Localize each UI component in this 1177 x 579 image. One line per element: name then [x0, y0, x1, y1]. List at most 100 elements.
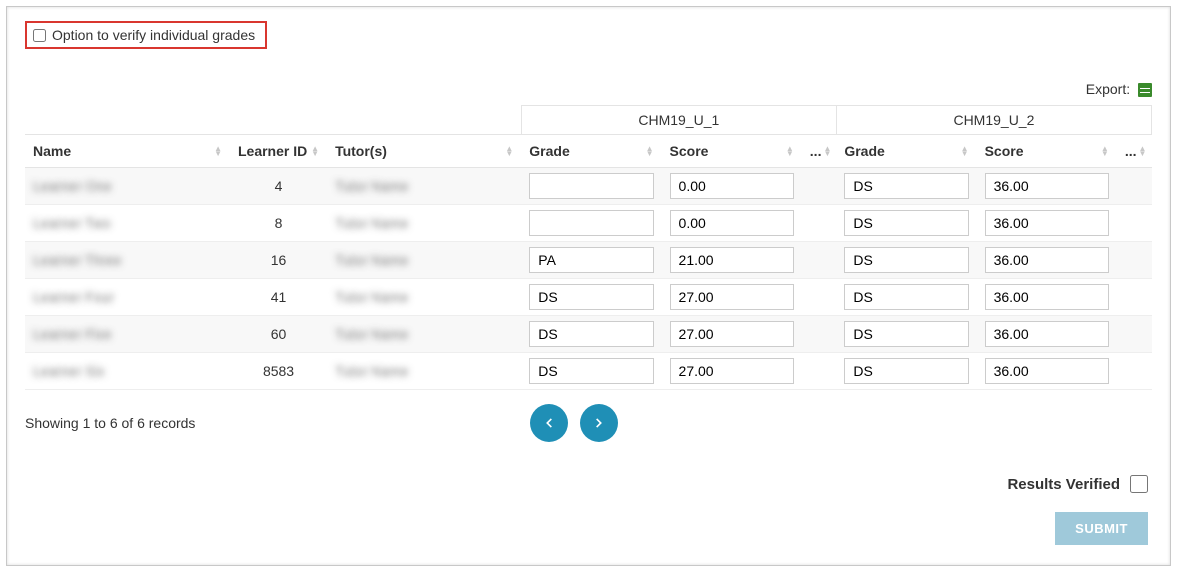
verify-individual-grades-checkbox[interactable] [33, 29, 46, 42]
col-header-score-2[interactable]: Score ▲▼ [977, 135, 1117, 168]
cell-u2-grade [836, 316, 976, 353]
cell-u1-grade [521, 279, 661, 316]
col-header-name[interactable]: Name ▲▼ [25, 135, 230, 168]
records-info: Showing 1 to 6 of 6 records [25, 415, 530, 431]
pager-next-button[interactable] [580, 404, 618, 442]
col-header-learner-id[interactable]: Learner ID ▲▼ [230, 135, 327, 168]
u2-score-input[interactable] [985, 210, 1109, 236]
column-header-row: Name ▲▼ Learner ID ▲▼ Tutor(s) ▲▼ Grade … [25, 135, 1152, 168]
sort-icon: ▲▼ [311, 146, 319, 156]
tutor-name: Tutor Name [335, 289, 408, 305]
u2-grade-input[interactable] [844, 284, 968, 310]
table-row: Learner Three16Tutor Name [25, 242, 1152, 279]
u1-grade-input[interactable] [529, 247, 653, 273]
u2-grade-input[interactable] [844, 321, 968, 347]
u2-grade-input[interactable] [844, 173, 968, 199]
chevron-right-icon [592, 416, 606, 430]
table-row: Learner One 4 Tutor Name [25, 168, 1152, 205]
col-header-ellipsis-2[interactable]: ... ▲▼ [1117, 135, 1152, 168]
cell-u1-grade [521, 242, 661, 279]
column-group-empty [25, 106, 521, 135]
u1-score-input[interactable] [670, 284, 794, 310]
verify-individual-grades-option[interactable]: Option to verify individual grades [25, 21, 267, 49]
u2-score-input[interactable] [985, 247, 1109, 273]
cell-learner-id: 8583 [230, 353, 327, 390]
column-group-1: CHM19_U_1 [521, 106, 836, 135]
table-row: Learner Six 8583 Tutor Name [25, 353, 1152, 390]
export-label: Export: [1086, 81, 1130, 97]
cell-u1-ell [802, 205, 837, 242]
u1-score-input[interactable] [670, 173, 794, 199]
pager [530, 404, 618, 442]
u1-score-input[interactable] [670, 358, 794, 384]
u2-score-input[interactable] [985, 173, 1109, 199]
cell-tutor: Tutor Name [327, 205, 521, 242]
pager-prev-button[interactable] [530, 404, 568, 442]
export-row: Export: [25, 81, 1152, 97]
cell-u2-score [977, 205, 1117, 242]
u1-grade-input[interactable] [529, 358, 653, 384]
table-footer: Showing 1 to 6 of 6 records [25, 404, 1152, 442]
col-header-grade-1[interactable]: Grade ▲▼ [521, 135, 661, 168]
verify-individual-grades-label: Option to verify individual grades [52, 27, 255, 43]
results-verified-label: Results Verified [1007, 476, 1120, 493]
table-row: Learner Two 8 Tutor Name [25, 205, 1152, 242]
u1-score-input[interactable] [670, 210, 794, 236]
cell-u2-score [977, 316, 1117, 353]
u1-grade-input[interactable] [529, 210, 653, 236]
cell-u1-score [662, 279, 802, 316]
u2-grade-input[interactable] [844, 247, 968, 273]
grades-table: CHM19_U_1 CHM19_U_2 Name ▲▼ Learner ID ▲… [25, 105, 1152, 390]
learner-name: Learner Six [33, 363, 105, 379]
u1-score-input[interactable] [670, 321, 794, 347]
u1-grade-input[interactable] [529, 173, 653, 199]
cell-u1-ell [802, 316, 837, 353]
u2-score-input[interactable] [985, 321, 1109, 347]
sort-icon: ▲▼ [1139, 146, 1147, 156]
u1-grade-input[interactable] [529, 321, 653, 347]
export-excel-icon[interactable] [1138, 83, 1152, 97]
submit-button[interactable]: SUBMIT [1055, 512, 1148, 545]
cell-u1-ell [802, 279, 837, 316]
col-header-tutors[interactable]: Tutor(s) ▲▼ [327, 135, 521, 168]
cell-name: Learner Three [25, 242, 230, 279]
u2-score-input[interactable] [985, 358, 1109, 384]
sort-icon: ▲▼ [961, 146, 969, 156]
u2-score-input[interactable] [985, 284, 1109, 310]
learner-name: Learner One [33, 178, 112, 194]
cell-u1-grade [521, 353, 661, 390]
learner-name: Learner Five [33, 326, 112, 342]
cell-tutor: Tutor Name [327, 316, 521, 353]
u1-grade-input[interactable] [529, 284, 653, 310]
cell-u2-ell [1117, 168, 1152, 205]
learner-name: Learner Two [33, 215, 111, 231]
cell-name: Learner Two [25, 205, 230, 242]
u2-grade-input[interactable] [844, 358, 968, 384]
sort-icon: ▲▼ [823, 146, 831, 156]
cell-learner-id: 8 [230, 205, 327, 242]
col-header-grade-2[interactable]: Grade ▲▼ [836, 135, 976, 168]
u1-score-input[interactable] [670, 247, 794, 273]
tutor-name: Tutor Name [335, 363, 408, 379]
results-verified-checkbox[interactable] [1130, 475, 1148, 493]
cell-learner-id: 4 [230, 168, 327, 205]
cell-tutor: Tutor Name [327, 279, 521, 316]
cell-u1-score [662, 316, 802, 353]
cell-tutor: Tutor Name [327, 242, 521, 279]
cell-tutor: Tutor Name [327, 168, 521, 205]
cell-u1-score [662, 242, 802, 279]
results-verified-row: Results Verified [1007, 475, 1148, 493]
cell-u2-grade [836, 242, 976, 279]
cell-u1-ell [802, 242, 837, 279]
tutor-name: Tutor Name [335, 215, 408, 231]
cell-u2-score [977, 279, 1117, 316]
tutor-name: Tutor Name [335, 252, 408, 268]
u2-grade-input[interactable] [844, 210, 968, 236]
col-header-score-1[interactable]: Score ▲▼ [662, 135, 802, 168]
learner-name: Learner Four [33, 289, 114, 305]
cell-u1-score [662, 205, 802, 242]
col-header-ellipsis-1[interactable]: ... ▲▼ [802, 135, 837, 168]
sort-icon: ▲▼ [646, 146, 654, 156]
sort-icon: ▲▼ [214, 146, 222, 156]
tutor-name: Tutor Name [335, 178, 408, 194]
